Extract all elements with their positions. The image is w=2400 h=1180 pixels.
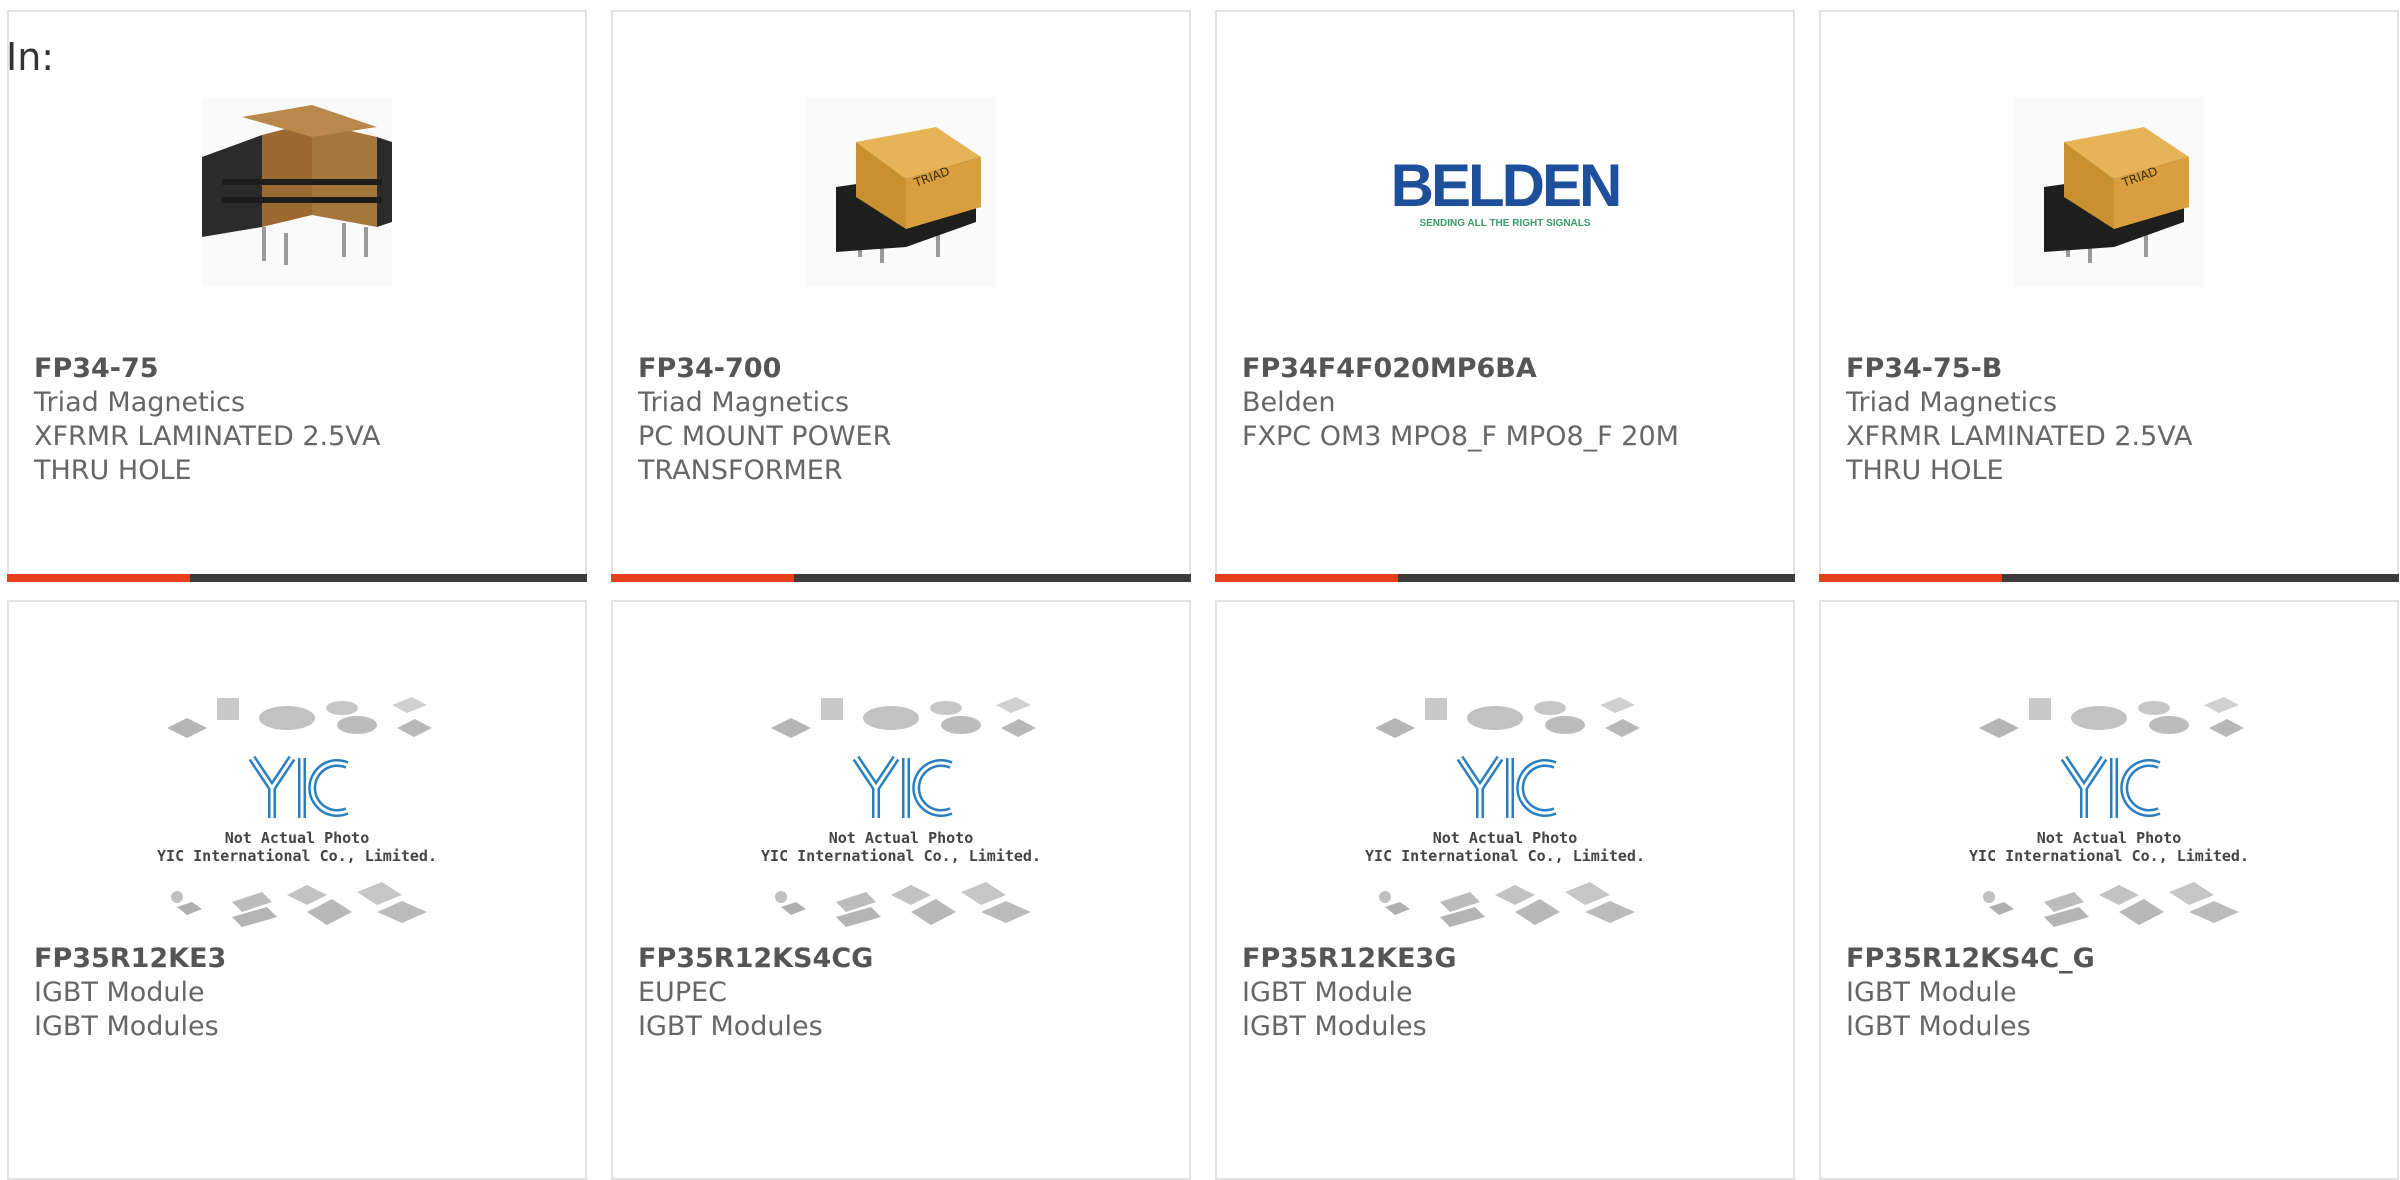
description-text: FXPC OM3 MPO8_F MPO8_F 20M [1242,421,1679,452]
part-number-link[interactable]: FP34-700 [638,352,1169,386]
card-accent [7,574,190,582]
product-info: FP34F4F020MP6BA Belden FXPC OM3 MPO8_F M… [1242,352,1773,454]
card-progress-bar [7,574,587,582]
transformer-image[interactable] [9,87,585,297]
product-card[interactable]: TRIAD FP34-75-B Triad Magnetics XFRMR LA… [1819,10,2399,582]
manufacturer-label: IGBT Module [1846,977,2017,1008]
yic-logo-icon [2060,755,2161,818]
description-text: XFRMR LAMINATED 2.5VA THRU HOLE [34,421,381,486]
placeholder-company: YIC International Co., Limited. [1969,846,2249,865]
description-text: IGBT Modules [1846,1011,2031,1042]
description-text: PC MOUNT POWER TRANSFORMER [638,421,892,486]
manufacturer-label: IGBT Module [1242,977,1413,1008]
product-info: FP34-75-B Triad Magnetics XFRMR LAMINATE… [1846,352,2377,488]
product-info: FP34-75 Triad Magnetics XFRMR LAMINATED … [34,352,565,488]
product-card[interactable]: FP34-75 Triad Magnetics XFRMR LAMINATED … [7,10,587,582]
yic-logo-icon [1456,755,1557,818]
part-number-link[interactable]: FP34-75 [34,352,565,386]
product-info: FP35R12KS4CG EUPEC IGBT Modules [638,942,1169,1044]
description-text: XFRMR LAMINATED 2.5VA THRU HOLE [1846,421,2193,486]
description-text: IGBT Modules [1242,1011,1427,1042]
product-card[interactable]: Not Actual Photo YIC International Co., … [1819,600,2399,1180]
manufacturer-label: Triad Magnetics [638,387,850,418]
manufacturer-label: Belden [1242,387,1336,418]
product-info: FP35R12KS4C_G IGBT Module IGBT Modules [1846,942,2377,1044]
description-text: IGBT Modules [638,1011,823,1042]
yic-logo-icon [248,755,349,818]
product-card[interactable]: Not Actual Photo YIC International Co., … [611,600,1191,1180]
product-info: FP35R12KE3G IGBT Module IGBT Modules [1242,942,1773,1044]
description-text: IGBT Modules [34,1011,219,1042]
manufacturer-label: IGBT Module [34,977,205,1008]
placeholder-company: YIC International Co., Limited. [1365,846,1645,865]
part-number-link[interactable]: FP35R12KE3G [1242,942,1773,976]
product-card[interactable]: TRIAD FP34-700 Triad Magnetics PC MOUNT … [611,10,1191,582]
product-card[interactable]: BELDEN SENDING ALL THE RIGHT SIGNALS FP3… [1215,10,1795,582]
belden-logo-text: BELDEN [1390,151,1623,219]
manufacturer-label: Triad Magnetics [1846,387,2058,418]
manufacturer-label: EUPEC [638,977,728,1008]
card-accent [1819,574,2002,582]
in-label: In: [6,35,55,79]
belden-logo: BELDEN SENDING ALL THE RIGHT SIGNALS [1390,151,1623,229]
part-number-link[interactable]: FP34-75-B [1846,352,2377,386]
transformer-image[interactable]: TRIAD [1821,87,2397,297]
part-number-link[interactable]: FP35R12KS4C_G [1846,942,2377,976]
placeholder-note: Not Actual Photo [828,828,974,847]
placeholder-note: Not Actual Photo [1432,828,1578,847]
placeholder-company: YIC International Co., Limited. [157,846,437,865]
placeholder-note: Not Actual Photo [2036,828,2182,847]
card-accent [1215,574,1398,582]
belden-tagline: SENDING ALL THE RIGHT SIGNALS [1419,217,1591,229]
card-progress-bar [1215,574,1795,582]
yic-logo-icon [852,755,953,818]
product-info: FP35R12KE3 IGBT Module IGBT Modules [34,942,565,1044]
yic-placeholder-image[interactable]: Not Actual Photo YIC International Co., … [9,692,585,932]
product-card[interactable]: Not Actual Photo YIC International Co., … [7,600,587,1180]
part-number-link[interactable]: FP35R12KE3 [34,942,565,976]
belden-logo-image[interactable]: BELDEN SENDING ALL THE RIGHT SIGNALS [1217,87,1793,297]
card-accent [611,574,794,582]
part-number-link[interactable]: FP34F4F020MP6BA [1242,352,1773,386]
card-progress-bar [611,574,1191,582]
manufacturer-label: Triad Magnetics [34,387,246,418]
product-info: FP34-700 Triad Magnetics PC MOUNT POWER … [638,352,1169,488]
placeholder-note: Not Actual Photo [224,828,370,847]
placeholder-company: YIC International Co., Limited. [761,846,1041,865]
yic-placeholder-image[interactable]: Not Actual Photo YIC International Co., … [613,692,1189,932]
part-number-link[interactable]: FP35R12KS4CG [638,942,1169,976]
yic-placeholder-image[interactable]: Not Actual Photo YIC International Co., … [1217,692,1793,932]
yic-placeholder-image[interactable]: Not Actual Photo YIC International Co., … [1821,692,2397,932]
card-progress-bar [1819,574,2399,582]
product-card[interactable]: Not Actual Photo YIC International Co., … [1215,600,1795,1180]
transformer-image[interactable]: TRIAD [613,87,1189,297]
